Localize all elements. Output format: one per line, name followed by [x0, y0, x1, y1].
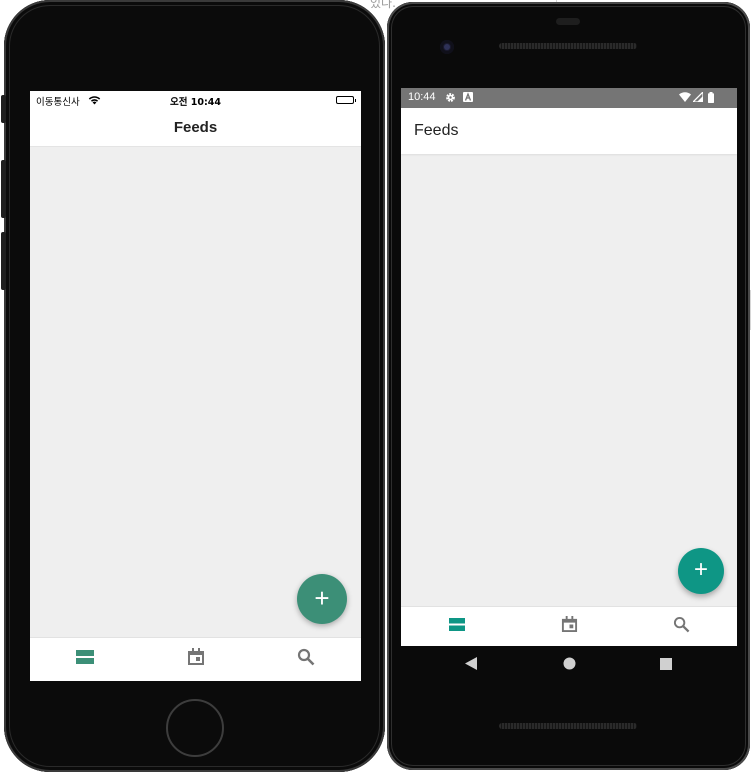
earpiece: [556, 18, 580, 25]
signal-icon: [691, 90, 704, 105]
tab-calendar[interactable]: [513, 607, 625, 646]
android-device: 10:44 Feeds +: [387, 2, 750, 770]
calendar-icon: [561, 615, 578, 638]
android-screen: 10:44 Feeds +: [401, 88, 737, 646]
notification-a-icon: [463, 92, 473, 105]
background-text: 있다.: [370, 0, 396, 10]
tab-feeds[interactable]: [401, 607, 513, 646]
volume-up-button: [1, 160, 6, 218]
search-icon: [673, 616, 690, 638]
status-clock: 오전 10:44: [169, 97, 222, 108]
back-button[interactable]: [456, 646, 486, 686]
mute-switch: [1, 95, 6, 123]
tab-search[interactable]: [625, 607, 737, 646]
front-camera: [440, 40, 454, 54]
battery-icon: [336, 96, 356, 104]
top-speaker-grille: [499, 43, 637, 49]
android-nav-bar: [401, 646, 737, 686]
page-title: Feeds: [401, 108, 737, 154]
bottom-speaker-grille: [499, 723, 637, 729]
back-icon: [465, 657, 477, 675]
tab-feeds[interactable]: [30, 638, 140, 681]
search-icon: [297, 648, 315, 671]
nav-home-button[interactable]: [554, 646, 584, 686]
volume-down-button: [1, 232, 6, 290]
ios-status-bar: 이동통신사 오전 10:44: [30, 91, 361, 111]
tab-calendar[interactable]: [140, 638, 251, 681]
page-title: Feeds: [30, 111, 361, 147]
settings-gear-icon: [445, 92, 456, 106]
home-icon: [563, 657, 576, 675]
tab-search[interactable]: [251, 638, 361, 681]
wifi-icon: [679, 92, 691, 105]
feed-icon: [76, 650, 94, 669]
status-clock: 10:44: [408, 91, 436, 103]
iphone-device: 이동통신사 오전 10:44 Feeds +: [1, 0, 385, 772]
add-button[interactable]: +: [678, 548, 724, 594]
ios-screen: 이동통신사 오전 10:44 Feeds +: [30, 91, 361, 681]
calendar-icon: [187, 648, 205, 671]
add-button[interactable]: +: [297, 574, 347, 624]
android-status-bar: 10:44: [401, 88, 737, 108]
android-tab-bar: [401, 606, 737, 646]
recents-button[interactable]: [651, 646, 681, 686]
feed-icon: [449, 617, 465, 636]
ios-tab-bar: [30, 637, 361, 681]
home-button[interactable]: [166, 699, 224, 757]
background-divider: [750, 290, 751, 330]
recents-icon: [660, 657, 672, 675]
battery-icon: [708, 92, 714, 106]
